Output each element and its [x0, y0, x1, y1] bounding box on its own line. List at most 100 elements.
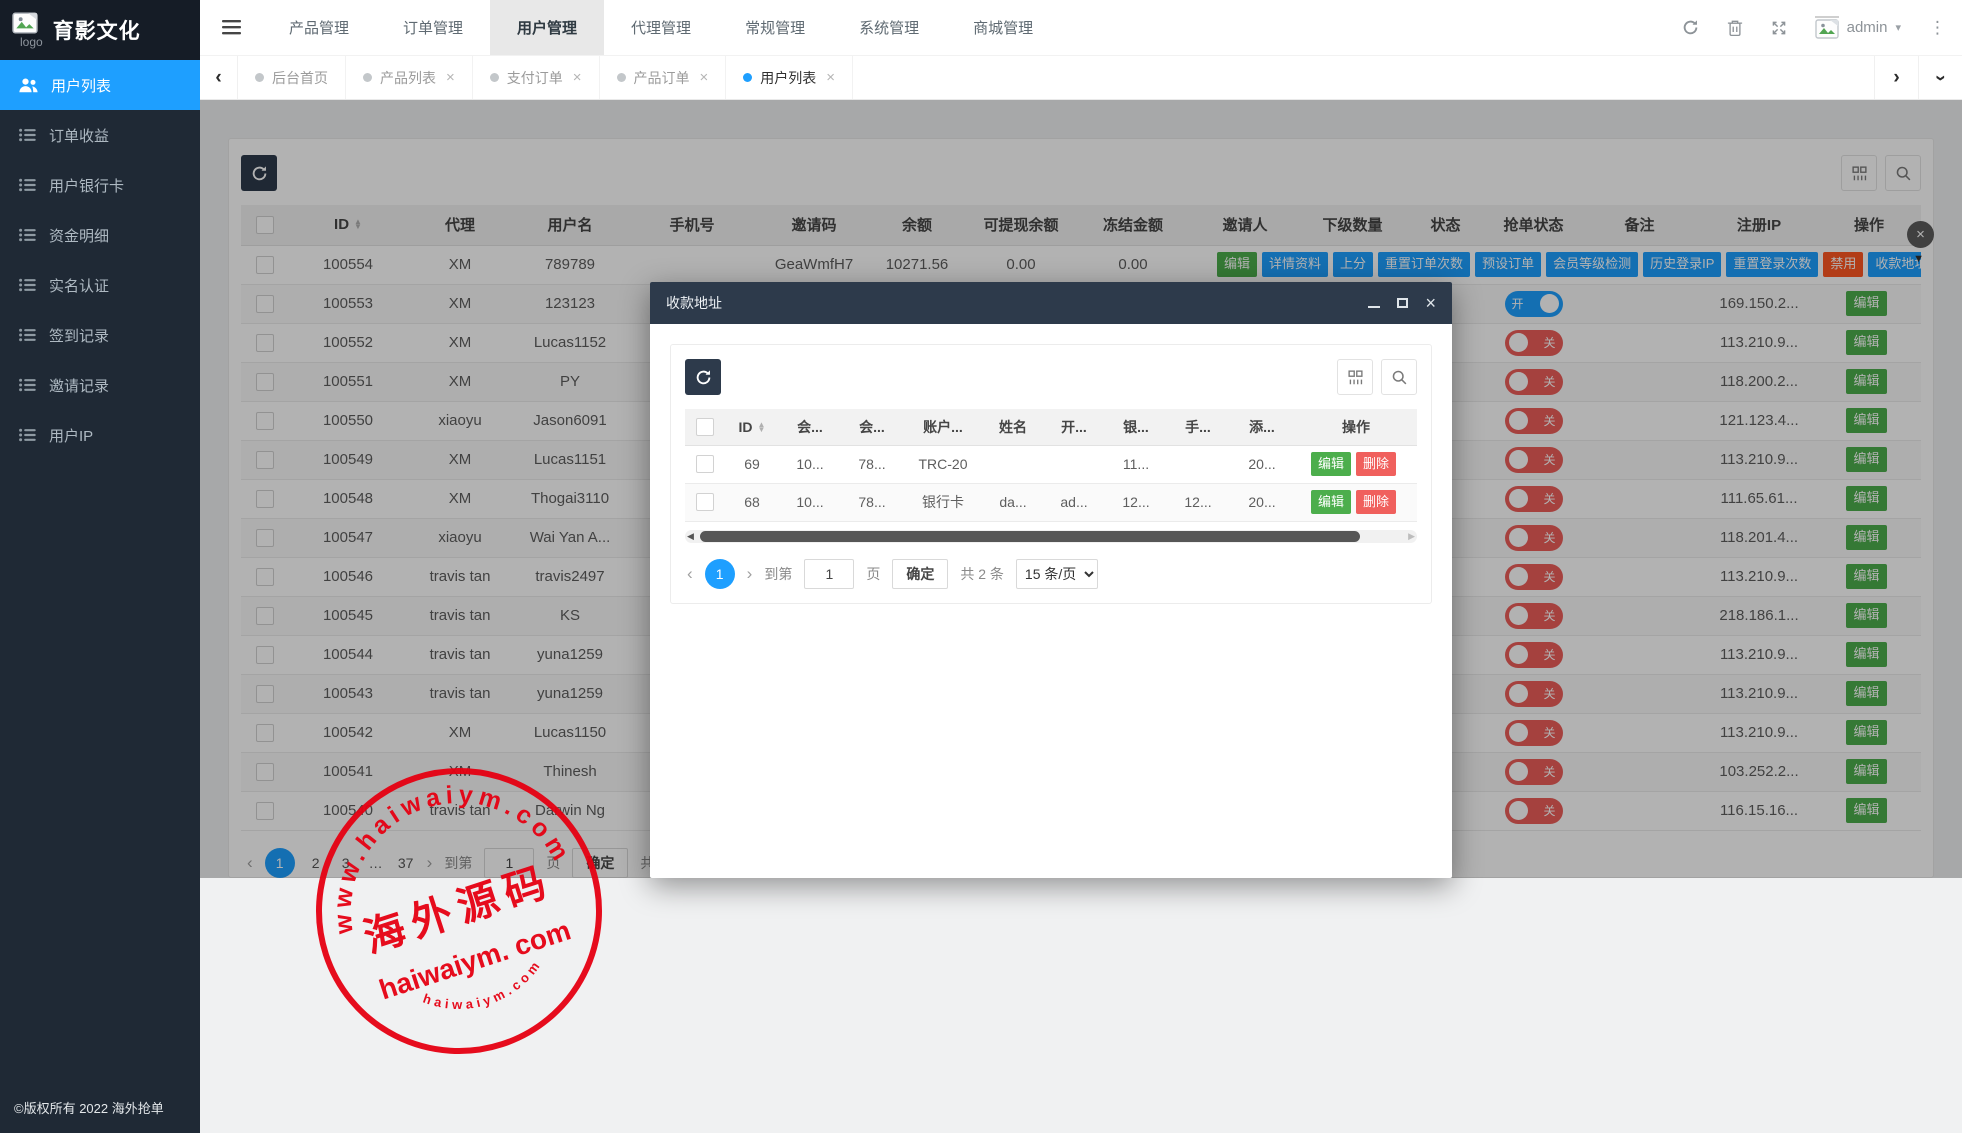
- row-checkbox[interactable]: [696, 493, 714, 512]
- modal-col-header-手...[interactable]: 手...: [1167, 409, 1229, 446]
- modal-col-header-账户...[interactable]: 账户...: [903, 409, 983, 446]
- chevron-down-icon: ▾: [1895, 22, 1901, 34]
- sidebar-item-用户银行卡[interactable]: 用户银行卡: [0, 160, 200, 210]
- sort-icon[interactable]: ▲ ▼: [758, 421, 766, 434]
- scroll-right-icon[interactable]: ▶: [1408, 530, 1415, 543]
- tabs-controls: › ›: [1874, 56, 1962, 99]
- header-checkbox-cell: [685, 409, 725, 446]
- tab-close-icon[interactable]: ×: [446, 69, 455, 86]
- cell-id: 68: [725, 483, 779, 522]
- delete-button[interactable]: 删除: [1356, 489, 1397, 515]
- modal-search-button[interactable]: [1381, 359, 1417, 395]
- watermark-arc-bottom-text: haiwaiym.com: [417, 953, 552, 1027]
- topbar: 产品管理 订单管理 用户管理 代理管理 常规管理 系统管理 商城管理 admin ▾ ⋮: [200, 0, 1962, 56]
- modal-col-header-ID[interactable]: ID ▲ ▼: [725, 409, 779, 446]
- sidebar-item-订单收益[interactable]: 订单收益: [0, 110, 200, 160]
- more-menu-icon[interactable]: ⋮: [1929, 18, 1946, 38]
- tabs-scroll-right[interactable]: ›: [1874, 56, 1918, 99]
- modal-col-header-开...[interactable]: 开...: [1043, 409, 1105, 446]
- sidebar-menu: 用户列表订单收益 用户银行卡资金明细实名认证 签到记录 邀请记录 用户IP: [0, 60, 200, 460]
- tab-close-icon[interactable]: ×: [573, 69, 582, 86]
- topnav-item-系统管理[interactable]: 系统管理: [832, 0, 946, 55]
- scroll-left-icon[interactable]: ◀: [687, 530, 694, 543]
- topnav-item-代理管理[interactable]: 代理管理: [604, 0, 718, 55]
- topnav-item-商城管理[interactable]: 商城管理: [946, 0, 1060, 55]
- modal-refresh-button[interactable]: [685, 359, 721, 395]
- tab-close-icon[interactable]: ×: [700, 69, 709, 86]
- refresh-icon: [696, 369, 710, 384]
- sidebar-item-label: 资金明细: [49, 227, 110, 245]
- tab-close-icon[interactable]: ×: [826, 69, 835, 86]
- modal-columns-filter-button[interactable]: [1337, 359, 1373, 395]
- select-all-checkbox[interactable]: [696, 417, 714, 436]
- list-icon: [19, 228, 36, 242]
- collapse-sidebar-button[interactable]: [200, 0, 262, 55]
- sidebar-item-用户IP[interactable]: 用户IP: [0, 410, 200, 460]
- payment-address-modal: 收款地址 × ID ▲ ▼ 会... 会... 账户... 姓名 开... 银... 手... 添.…: [650, 282, 1452, 878]
- payment-address-table: ID ▲ ▼ 会... 会... 账户... 姓名 开... 银... 手... 添... 操作 69…: [685, 409, 1417, 522]
- cell-value: 10...: [779, 445, 841, 484]
- modal-toolbar: [685, 359, 1417, 395]
- admin-menu[interactable]: admin ▾: [1814, 16, 1901, 39]
- edit-button[interactable]: 编辑: [1310, 451, 1351, 477]
- modal-col-header-添...[interactable]: 添...: [1229, 409, 1295, 446]
- users-icon: [19, 78, 38, 92]
- goto-label: 到第: [764, 565, 793, 582]
- minimize-button[interactable]: [1368, 296, 1381, 310]
- topnav-item-订单管理[interactable]: 订单管理: [376, 0, 490, 55]
- top-nav: 产品管理 订单管理 用户管理 代理管理 常规管理 系统管理 商城管理: [262, 0, 1060, 55]
- goto-page-input[interactable]: [804, 558, 855, 589]
- tab-后台首页[interactable]: 后台首页: [238, 56, 346, 99]
- page-button-1[interactable]: 1: [704, 558, 735, 589]
- modal-close-button[interactable]: ×: [1425, 294, 1436, 312]
- prev-page-button[interactable]: ‹: [687, 564, 693, 584]
- refresh-button[interactable]: [1682, 19, 1699, 36]
- modal-col-header-操作[interactable]: 操作: [1295, 409, 1417, 446]
- tabs-scroll-left[interactable]: ‹: [200, 56, 238, 99]
- row-checkbox[interactable]: [696, 455, 714, 474]
- chevron-down-icon: ›: [1930, 74, 1952, 81]
- modal-header[interactable]: 收款地址 ×: [650, 282, 1452, 324]
- tab-支付订单[interactable]: 支付订单 ×: [473, 56, 600, 99]
- delete-button[interactable]: 删除: [1356, 451, 1397, 477]
- logo-area: logo 育影文化: [0, 0, 200, 60]
- sidebar-item-用户列表[interactable]: 用户列表: [0, 60, 200, 110]
- fullscreen-button[interactable]: [1771, 20, 1787, 36]
- modal-table-row: 69 10... 78... TRC-20 11... 20... 编辑 删除: [685, 445, 1417, 484]
- sidebar-item-签到记录[interactable]: 签到记录: [0, 310, 200, 360]
- tabs-menu-button[interactable]: ›: [1918, 56, 1962, 99]
- tabs-bar: ‹ 后台首页 产品列表 × 支付订单 × 产品订单 × 用户列表 × › ›: [200, 56, 1962, 100]
- modal-col-header-银...[interactable]: 银...: [1105, 409, 1167, 446]
- sidebar-item-邀请记录[interactable]: 邀请记录: [0, 360, 200, 410]
- cell-value: ad...: [1043, 483, 1105, 522]
- page-size-select[interactable]: 15 条/页: [1015, 558, 1098, 589]
- modal-col-header-会...[interactable]: 会...: [779, 409, 841, 446]
- cell-value: [1167, 445, 1229, 484]
- list-icon: [19, 278, 36, 292]
- modal-title: 收款地址: [666, 295, 722, 311]
- clear-cache-button[interactable]: [1727, 19, 1743, 37]
- horizontal-scrollbar[interactable]: ◀ ▶: [685, 529, 1417, 543]
- tab-用户列表[interactable]: 用户列表 ×: [726, 56, 854, 99]
- tab-产品订单[interactable]: 产品订单 ×: [600, 56, 727, 99]
- maximize-button[interactable]: [1397, 296, 1409, 310]
- edit-button[interactable]: 编辑: [1310, 489, 1351, 515]
- modal-col-header-姓名[interactable]: 姓名: [983, 409, 1043, 446]
- sidebar-item-label: 用户列表: [51, 77, 112, 95]
- sidebar-item-资金明细[interactable]: 资金明细: [0, 210, 200, 260]
- sidebar-item-实名认证[interactable]: 实名认证: [0, 260, 200, 310]
- cell-value: 10...: [779, 483, 841, 522]
- goto-confirm-button[interactable]: 确定: [892, 558, 949, 589]
- cell-value: 12...: [1105, 483, 1167, 522]
- next-page-button[interactable]: ›: [747, 564, 753, 584]
- columns-icon: [1347, 369, 1363, 384]
- topnav-item-产品管理[interactable]: 产品管理: [262, 0, 376, 55]
- tab-产品列表[interactable]: 产品列表 ×: [346, 56, 473, 99]
- topnav-item-常规管理[interactable]: 常规管理: [718, 0, 832, 55]
- topnav-item-用户管理[interactable]: 用户管理: [490, 0, 605, 55]
- modal-col-header-会...[interactable]: 会...: [841, 409, 903, 446]
- tab-label: 产品订单: [633, 69, 690, 86]
- hamburger-icon: [221, 20, 241, 35]
- scrollbar-thumb[interactable]: [700, 530, 1360, 542]
- window-buttons: ×: [1368, 294, 1436, 312]
